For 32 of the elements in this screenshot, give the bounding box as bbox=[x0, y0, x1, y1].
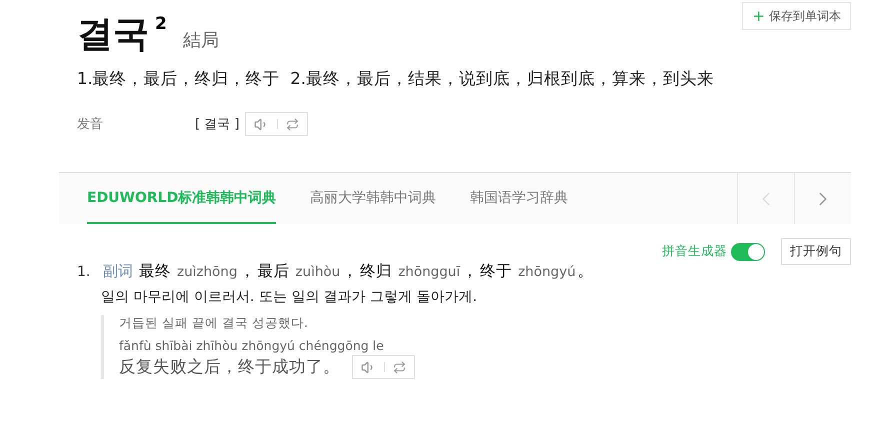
hanja: 結局 bbox=[182, 29, 219, 52]
example-korean: 거듭된 실패 끝에 결국 성공했다. bbox=[119, 315, 309, 332]
pinyin-text: zhōngyú bbox=[518, 264, 576, 280]
part-of-speech: 副词 bbox=[103, 262, 133, 281]
example-chinese: 反复失败之后，终于成功了。 bbox=[119, 356, 340, 378]
example-pinyin: fǎnfù shībài zhīhòu zhōngyú chénggōng le bbox=[119, 338, 385, 353]
open-examples-button[interactable]: 打开例句 bbox=[781, 238, 851, 265]
pinyin-generator-label: 拼音生成器 bbox=[662, 243, 727, 260]
save-to-wordbook-button[interactable]: + 保存到单词本 bbox=[742, 2, 851, 30]
pronunciation-text: [ 결국 ] bbox=[195, 116, 240, 133]
definition-text: 일의 마무리에 이르러서. 또는 일의 결과가 그렇게 돌아가게. bbox=[101, 288, 478, 306]
pinyin-text: zuìzhōng bbox=[177, 264, 238, 280]
pronunciation-label: 发音 bbox=[77, 116, 104, 133]
punctuation: ， bbox=[462, 261, 478, 282]
pinyin-toggle[interactable] bbox=[731, 242, 765, 260]
translation-word: 最终 bbox=[139, 261, 171, 282]
punctuation: 。 bbox=[578, 261, 594, 282]
pinyin-text: zuìhòu bbox=[295, 264, 340, 280]
pinyin-text: zhōngguī bbox=[398, 264, 460, 280]
homograph-number: 2 bbox=[155, 14, 167, 34]
punctuation: ， bbox=[239, 261, 256, 282]
plus-icon: + bbox=[752, 7, 765, 25]
translation-word: 终于 bbox=[480, 261, 512, 282]
punctuation: ， bbox=[342, 261, 358, 282]
headword: 결국 bbox=[77, 13, 149, 57]
translation-word: 终归 bbox=[360, 261, 392, 282]
dictionary-tab[interactable]: 高丽大学韩韩中词典 bbox=[310, 173, 436, 224]
sense-number: 1. bbox=[77, 264, 92, 280]
translation-word: 最后 bbox=[257, 261, 290, 282]
meaning-summary: 1.最终，最后，终归，终于 2.最终，最后，结果，说到底，归根到底，算来，到头来 bbox=[76, 68, 715, 90]
dictionary-tab[interactable]: EDUWORLD标准韩韩中词典 bbox=[87, 173, 276, 224]
dictionary-tab[interactable]: 韩国语学习辞典 bbox=[470, 173, 568, 224]
